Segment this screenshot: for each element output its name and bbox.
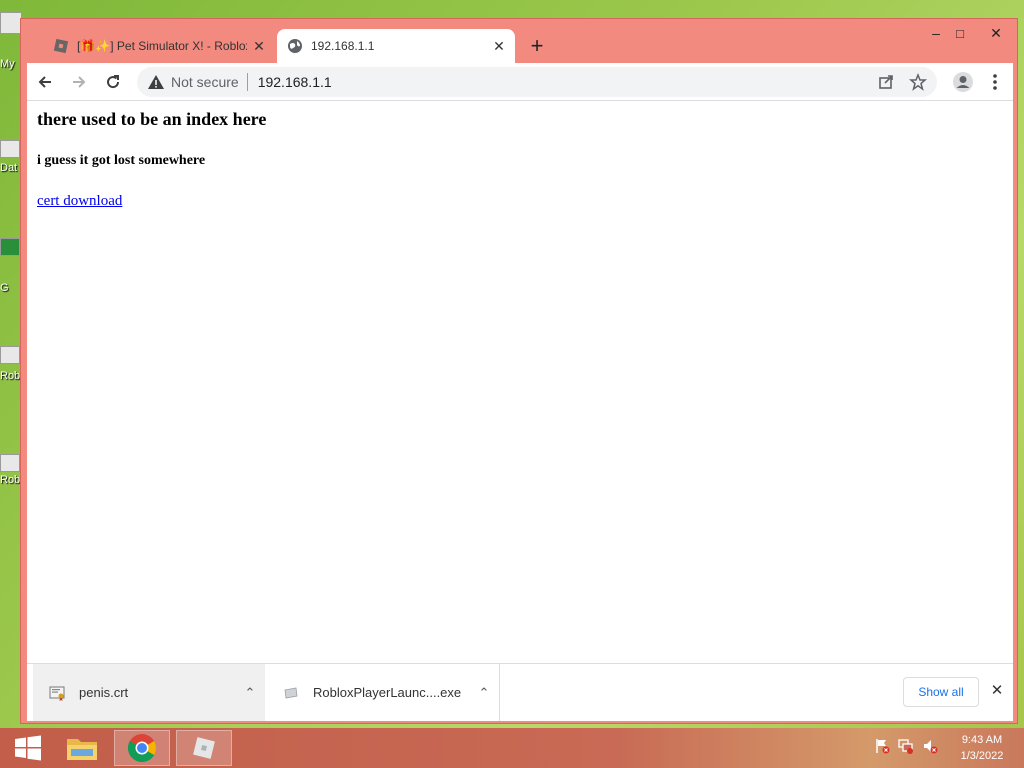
roblox-installer-icon: [284, 687, 298, 698]
tab-roblox[interactable]: [🎁✨] Pet Simulator X! - Roblox ✕: [43, 29, 275, 63]
desktop-icon-label: Dat: [0, 162, 18, 174]
chrome-button[interactable]: [114, 730, 170, 766]
kebab-menu-icon: [993, 74, 997, 90]
close-downloads-icon[interactable]: ✕: [987, 681, 1007, 703]
system-tray: [874, 738, 938, 754]
bookmark-star-icon[interactable]: [909, 73, 927, 91]
clock-time: 9:43 AM: [961, 734, 1003, 746]
download-filename: penis.crt: [79, 685, 129, 700]
windows-logo-icon: [15, 735, 41, 761]
new-tab-button[interactable]: +: [525, 35, 549, 59]
reload-button[interactable]: [97, 66, 129, 98]
share-icon[interactable]: [877, 73, 895, 91]
forward-button[interactable]: [63, 66, 95, 98]
forward-arrow-icon: [73, 75, 86, 88]
desktop-icon-label: Rob: [0, 474, 21, 486]
file-explorer-button[interactable]: [54, 730, 110, 766]
download-item[interactable]: RobloxPlayerLaunc....exe ⌃: [267, 664, 500, 721]
start-button[interactable]: [0, 730, 56, 766]
download-item[interactable]: penis.crt ⌃: [33, 664, 265, 721]
page-content: there used to be an index here i guess i…: [27, 101, 1013, 663]
roblox-studio-icon[interactable]: [0, 454, 20, 472]
game-icon[interactable]: [0, 238, 20, 256]
globe-icon: [288, 39, 302, 53]
downloads-bar: penis.crt ⌃ RobloxPlayerLaunc....exe ⌃ S…: [27, 663, 1013, 721]
browser-toolbar: Not secure 192.168.1.1: [27, 63, 1013, 101]
download-filename: RobloxPlayerLaunc....exe: [313, 685, 462, 700]
volume-muted-icon[interactable]: [922, 738, 938, 754]
divider: [246, 73, 248, 91]
certificate-file-icon: [49, 686, 65, 701]
page-subheading: i guess it got lost somewhere: [37, 153, 206, 168]
browser-window: – □ ✕ [🎁✨] Pet Simulator X! - Roblox ✕ 1…: [20, 18, 1018, 724]
roblox-icon[interactable]: [0, 346, 20, 364]
warning-icon[interactable]: [147, 73, 165, 91]
roblox-icon: [193, 737, 215, 759]
omnibox-actions: [877, 73, 927, 91]
close-window-button[interactable]: ✕: [981, 23, 1011, 43]
taskbar: 9:43 AM 1/3/2022: [0, 728, 1024, 768]
close-tab-icon[interactable]: ✕: [247, 38, 271, 55]
reload-icon: [107, 74, 120, 88]
maximize-button[interactable]: □: [945, 23, 975, 43]
chrome-icon: [128, 734, 156, 762]
tab-title: [🎁✨] Pet Simulator X! - Roblox: [77, 39, 247, 53]
profile-button[interactable]: [947, 66, 979, 98]
menu-button[interactable]: [979, 66, 1011, 98]
address-bar[interactable]: Not secure 192.168.1.1: [137, 67, 937, 97]
roblox-icon: [53, 38, 69, 54]
page-heading: there used to be an index here: [37, 109, 267, 129]
action-center-flag-icon[interactable]: [874, 738, 890, 754]
clock-date: 1/3/2022: [960, 750, 1004, 762]
desktop-icon-label: Rob: [0, 370, 21, 382]
url-text[interactable]: 192.168.1.1: [258, 74, 332, 90]
chevron-up-icon[interactable]: ⌃: [235, 685, 265, 701]
folder-icon: [67, 739, 97, 760]
tab-router[interactable]: 192.168.1.1 ✕: [277, 29, 515, 63]
taskbar-clock[interactable]: 9:43 AM 1/3/2022: [950, 732, 1014, 764]
back-arrow-icon: [38, 75, 51, 88]
cert-download-link[interactable]: cert download: [37, 193, 122, 210]
show-all-button[interactable]: Show all: [903, 677, 979, 707]
tab-title: 192.168.1.1: [311, 39, 375, 53]
back-button[interactable]: [29, 66, 61, 98]
roblox-taskbar-button[interactable]: [176, 730, 232, 766]
profile-avatar-icon: [953, 72, 973, 92]
title-bar: – □ ✕ [🎁✨] Pet Simulator X! - Roblox ✕ 1…: [21, 19, 1017, 63]
data-folder-icon[interactable]: [0, 140, 20, 158]
desktop-icon-label: G: [0, 282, 9, 294]
desktop-icon-label: My: [0, 58, 15, 70]
close-tab-icon[interactable]: ✕: [487, 38, 511, 55]
network-icon[interactable]: [898, 738, 914, 754]
security-status[interactable]: Not secure: [171, 74, 239, 90]
my-computer-icon[interactable]: [0, 12, 22, 34]
chevron-up-icon[interactable]: ⌃: [469, 685, 499, 701]
